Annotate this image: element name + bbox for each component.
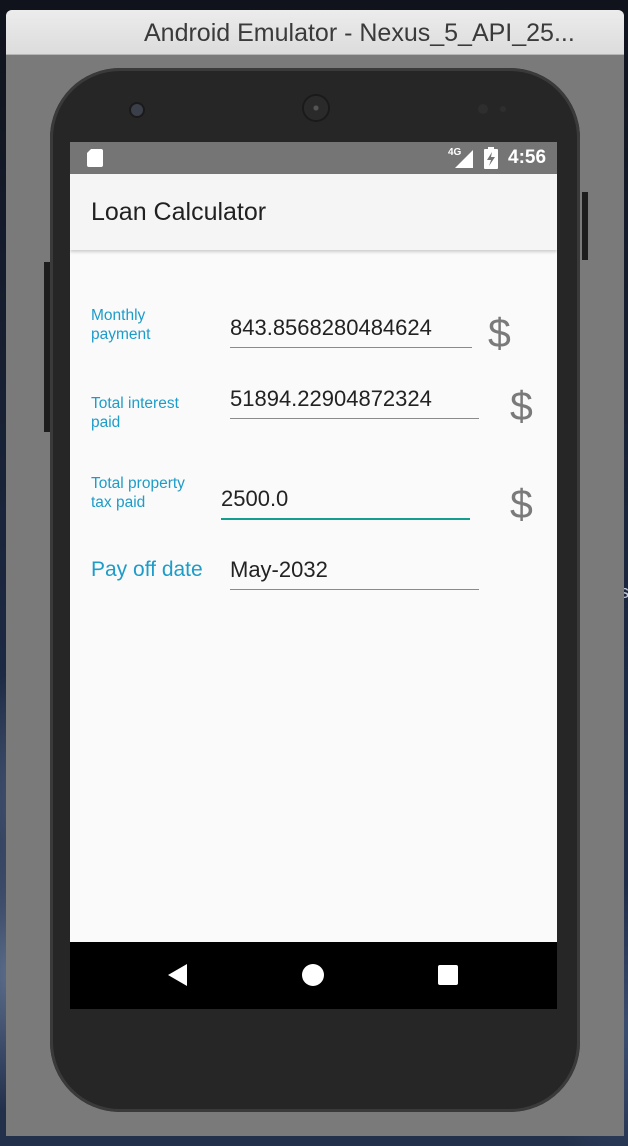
app-title: Loan Calculator	[91, 198, 267, 226]
power-button[interactable]	[582, 192, 588, 260]
pay-off-date-label: Pay off date	[91, 558, 203, 581]
monthly-payment-label: Monthly payment	[91, 307, 151, 343]
device-screen: 4G 4:56 Loan Calculator Monthly payment …	[70, 142, 557, 1009]
pay-off-date-field[interactable]: May-2032	[230, 555, 479, 590]
window-titlebar[interactable]: Android Emulator - Nexus_5_API_25...	[6, 10, 624, 55]
total-property-tax-unit: $	[510, 481, 533, 527]
total-property-tax-label: Total property tax paid	[91, 475, 185, 511]
total-interest-label: Total interest paid	[91, 395, 179, 431]
total-interest-unit: $	[510, 383, 533, 429]
window-title: Android Emulator - Nexus_5_API_25...	[144, 19, 575, 47]
front-camera-icon	[129, 102, 145, 118]
back-icon[interactable]	[168, 964, 187, 986]
sd-card-icon	[87, 149, 103, 167]
recents-icon[interactable]	[438, 965, 458, 985]
total-property-tax-field[interactable]: 2500.0	[221, 484, 470, 520]
status-time: 4:56	[508, 147, 547, 168]
total-interest-field[interactable]: 51894.22904872324	[230, 384, 479, 419]
speaker-grille-icon	[304, 96, 328, 120]
signal-icon	[455, 150, 473, 168]
home-icon[interactable]	[302, 964, 324, 986]
emulator-window: Android Emulator - Nexus_5_API_25... 4G …	[6, 10, 624, 1136]
light-sensor-icon	[500, 106, 506, 112]
app-bar: Loan Calculator	[70, 174, 557, 250]
status-bar: 4G 4:56	[70, 142, 557, 174]
monthly-payment-unit: $	[488, 310, 511, 356]
battery-charging-icon	[484, 147, 498, 169]
proximity-sensor-icon	[478, 104, 488, 114]
volume-button[interactable]	[44, 262, 50, 432]
monthly-payment-field[interactable]: 843.8568280484624	[230, 313, 472, 348]
navigation-bar	[70, 942, 557, 1009]
